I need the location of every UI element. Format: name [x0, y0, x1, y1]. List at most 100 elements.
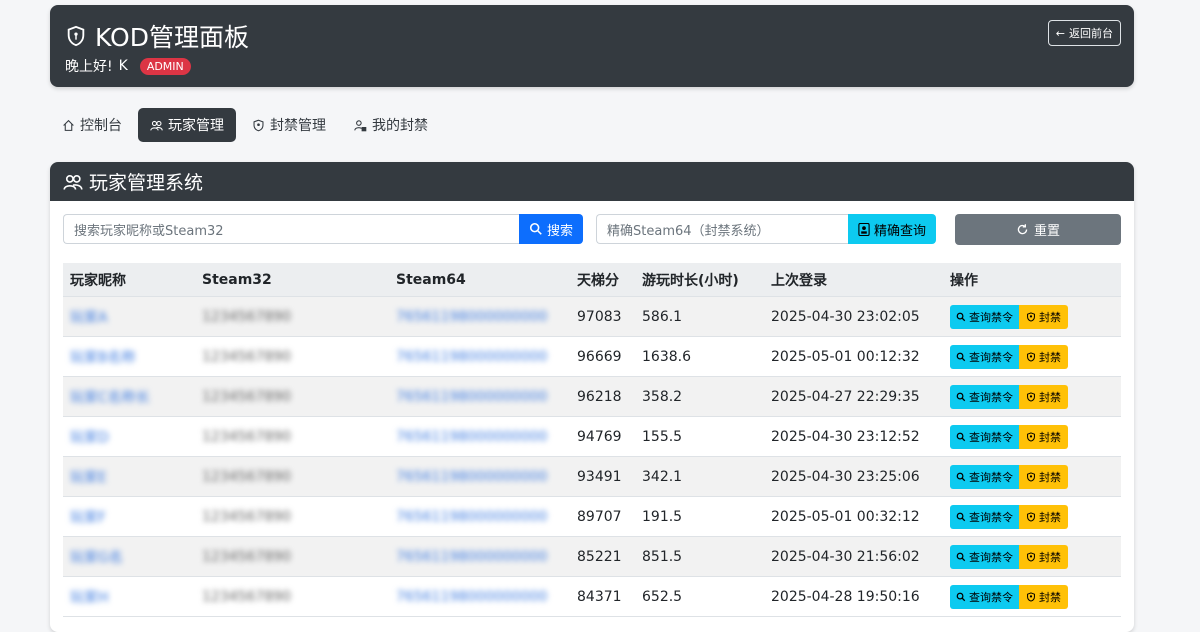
- greeting-text: 晚上好!: [65, 59, 113, 75]
- player-name-cell: 玩家B名称: [63, 336, 195, 377]
- tab-dashboard[interactable]: 控制台: [50, 108, 134, 142]
- column-header[interactable]: 游玩时长(小时): [635, 263, 764, 297]
- column-header[interactable]: 上次登录: [764, 263, 943, 297]
- player-name-link[interactable]: 玩家D: [70, 430, 109, 446]
- ban-button[interactable]: 封禁: [1019, 384, 1068, 409]
- last-login: 2025-05-01 00:12:32: [764, 336, 943, 377]
- search-input[interactable]: 搜索玩家昵称或Steam32: [63, 214, 519, 244]
- panel-header: 玩家管理系统: [50, 162, 1134, 201]
- search-button-label: 搜索: [547, 223, 574, 239]
- ban-button[interactable]: 封禁: [1019, 344, 1068, 369]
- ban-button[interactable]: 封禁: [1019, 464, 1068, 489]
- tab-label: 封禁管理: [270, 118, 326, 134]
- shield-icon: [1027, 311, 1035, 322]
- back-to-frontend-button[interactable]: ← 返回前台: [1047, 20, 1121, 46]
- search-icon: [956, 512, 966, 521]
- search-icon: [956, 312, 966, 321]
- tab-label: 我的封禁: [372, 118, 428, 134]
- tab-my-bans[interactable]: 我的封禁: [342, 108, 440, 142]
- shield-icon: [253, 119, 264, 131]
- column-header[interactable]: 玩家昵称: [63, 263, 195, 297]
- query-ban-button[interactable]: 查询禁令: [950, 384, 1019, 409]
- steam32-value: 1234567890: [202, 308, 292, 325]
- nav-tabs: 控制台 玩家管理 封禁管理 我的封禁: [50, 108, 440, 142]
- column-header[interactable]: Steam64: [389, 263, 570, 297]
- search-button[interactable]: 搜索: [519, 214, 584, 244]
- reset-button[interactable]: 重置: [955, 214, 1121, 245]
- ban-button[interactable]: 封禁: [1019, 544, 1068, 569]
- action-group: 查询禁令 封禁: [950, 384, 1114, 409]
- player-name-link[interactable]: 玩家H: [70, 590, 109, 606]
- steam32-value: 1234567890: [202, 508, 292, 525]
- action-group: 查询禁令 封禁: [950, 504, 1114, 529]
- actions-cell: 查询禁令 封禁: [943, 536, 1121, 577]
- steam32-cell: 1234567890: [195, 296, 389, 337]
- steam64-cell: 76561198000000000: [389, 376, 570, 417]
- exact-query-group: 精确Steam64（封禁系统） 精确查询: [596, 214, 937, 244]
- table-row: 玩家C名称长 1234567890 76561198000000000 9621…: [63, 376, 1121, 417]
- steam64-cell: 76561198000000000: [389, 416, 570, 457]
- column-header[interactable]: 天梯分: [570, 263, 635, 297]
- ladder-score: 94769: [570, 416, 635, 457]
- steam64-link[interactable]: 76561198000000000: [396, 349, 547, 365]
- query-ban-label: 查询禁令: [969, 310, 1013, 324]
- last-login: 2025-05-01 00:32:12: [764, 496, 943, 537]
- player-management-panel: 玩家管理系统 搜索玩家昵称或Steam32 搜索 精确Steam64（封禁系统）…: [50, 162, 1134, 632]
- ban-button[interactable]: 封禁: [1019, 504, 1068, 529]
- query-ban-button[interactable]: 查询禁令: [950, 344, 1019, 369]
- action-group: 查询禁令 封禁: [950, 544, 1114, 569]
- steam64-cell: 76561198000000000: [389, 336, 570, 377]
- query-ban-button[interactable]: 查询禁令: [950, 424, 1019, 449]
- player-name-link[interactable]: 玩家B名称: [70, 350, 136, 366]
- tab-ban-management[interactable]: 封禁管理: [240, 108, 338, 142]
- search-group: 搜索玩家昵称或Steam32 搜索: [63, 214, 584, 244]
- steam32-value: 1234567890: [202, 428, 292, 445]
- search-icon: [956, 552, 966, 561]
- ban-label: 封禁: [1039, 590, 1061, 604]
- steam64-link[interactable]: 76561198000000000: [396, 389, 547, 405]
- actions-cell: 查询禁令 封禁: [943, 496, 1121, 537]
- ban-button[interactable]: 封禁: [1019, 584, 1068, 609]
- query-ban-button[interactable]: 查询禁令: [950, 504, 1019, 529]
- player-name-link[interactable]: 玩家C名称长: [70, 390, 150, 406]
- steam32-value: 1234567890: [202, 588, 292, 605]
- player-name-link[interactable]: 玩家A: [70, 310, 108, 326]
- query-ban-label: 查询禁令: [969, 350, 1013, 364]
- column-header[interactable]: Steam32: [195, 263, 389, 297]
- player-name-link[interactable]: 玩家E: [70, 470, 107, 486]
- player-name-cell: 玩家A: [63, 296, 195, 337]
- page-header: KOD管理面板 晚上好! K ADMIN ← 返回前台: [50, 5, 1134, 87]
- steam64-cell: 76561198000000000: [389, 536, 570, 577]
- query-ban-button[interactable]: 查询禁令: [950, 584, 1019, 609]
- tab-label: 玩家管理: [168, 118, 224, 134]
- player-name-cell: 玩家C名称长: [63, 376, 195, 417]
- steam32-value: 1234567890: [202, 468, 292, 485]
- ban-button[interactable]: 封禁: [1019, 304, 1068, 329]
- steam64-input[interactable]: 精确Steam64（封禁系统）: [596, 214, 849, 244]
- query-ban-button[interactable]: 查询禁令: [950, 544, 1019, 569]
- action-group: 查询禁令 封禁: [950, 464, 1114, 489]
- query-ban-button[interactable]: 查询禁令: [950, 464, 1019, 489]
- search-row: 搜索玩家昵称或Steam32 搜索 精确Steam64（封禁系统） 精确查询: [63, 214, 937, 244]
- steam64-link[interactable]: 76561198000000000: [396, 309, 547, 325]
- action-group: 查询禁令 封禁: [950, 424, 1114, 449]
- query-ban-button[interactable]: 查询禁令: [950, 304, 1019, 329]
- player-name-link[interactable]: 玩家F: [70, 510, 106, 526]
- users-icon: [150, 120, 163, 131]
- player-name-cell: 玩家G名: [63, 536, 195, 577]
- steam64-link[interactable]: 76561198000000000: [396, 509, 547, 525]
- steam64-link[interactable]: 76561198000000000: [396, 469, 547, 485]
- player-name-link[interactable]: 玩家G名: [70, 550, 123, 566]
- ban-button[interactable]: 封禁: [1019, 424, 1068, 449]
- steam64-link[interactable]: 76561198000000000: [396, 549, 547, 565]
- shield-icon: [1027, 591, 1035, 602]
- ban-label: 封禁: [1039, 470, 1061, 484]
- tab-label: 控制台: [80, 118, 122, 134]
- steam32-cell: 1234567890: [195, 496, 389, 537]
- ladder-score: 96669: [570, 336, 635, 377]
- steam64-link[interactable]: 76561198000000000: [396, 429, 547, 445]
- steam64-link[interactable]: 76561198000000000: [396, 589, 547, 605]
- tab-player-management[interactable]: 玩家管理: [138, 108, 236, 142]
- exact-query-button[interactable]: 精确查询: [848, 214, 937, 244]
- table-row: 玩家B名称 1234567890 76561198000000000 96669…: [63, 336, 1121, 377]
